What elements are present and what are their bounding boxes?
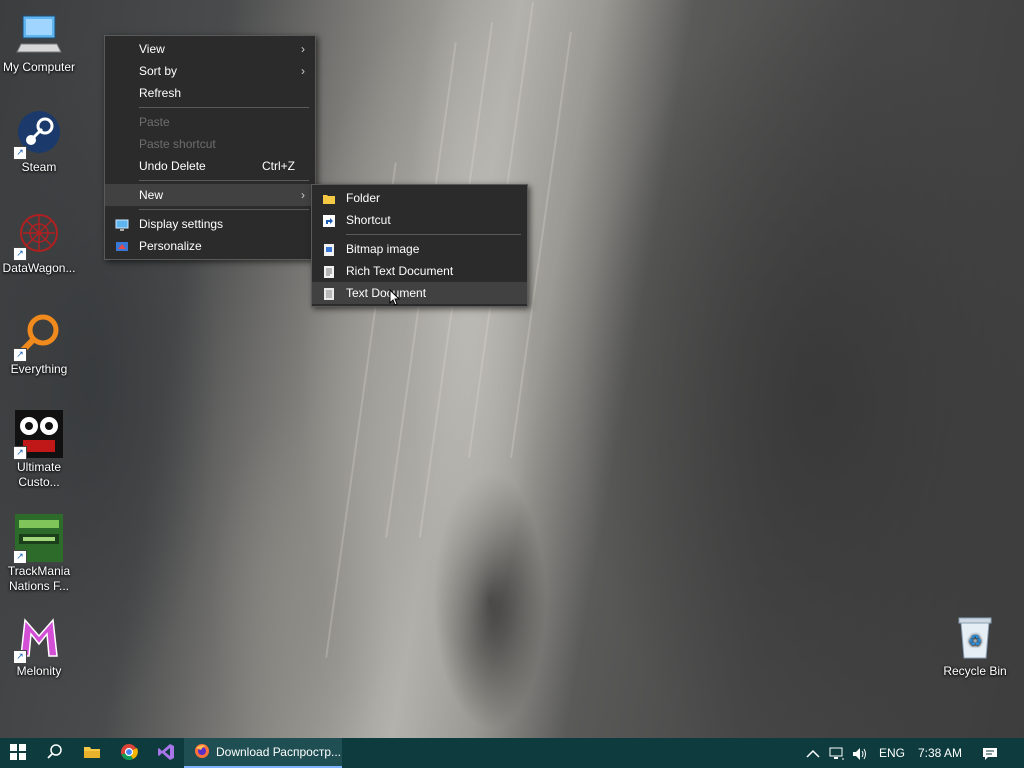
chrome-icon [120, 743, 138, 764]
new-item-folder[interactable]: Folder [312, 187, 527, 209]
clock[interactable]: 7:38 AM [918, 738, 962, 768]
firefox-icon [194, 743, 210, 762]
display-icon [115, 217, 129, 231]
mouse-cursor-icon [389, 288, 401, 312]
menu-item-view[interactable]: View › [105, 38, 315, 60]
taskbar-chrome[interactable] [111, 738, 147, 768]
shortcut-arrow-icon: ↗ [13, 550, 27, 564]
search-icon [47, 743, 63, 763]
show-hidden-icons-button[interactable] [806, 738, 820, 768]
language-indicator[interactable]: ENG [879, 738, 905, 768]
shortcut-icon [322, 213, 336, 227]
ucn-icon: ↗ [13, 410, 63, 460]
taskbar-visual-studio[interactable] [148, 738, 184, 768]
taskbar-search-button[interactable] [37, 738, 73, 768]
taskbar-firefox-window[interactable]: Download Распростр... [184, 738, 342, 768]
menu-item-new[interactable]: New › [105, 184, 315, 206]
folder-icon [322, 191, 336, 205]
desktop-icon-everything[interactable]: ↗ Everything [0, 312, 79, 377]
menu-item-display-settings[interactable]: Display settings [105, 213, 315, 235]
taskbar: Download Распростр... ENG 7:38 AM [0, 738, 1024, 768]
shortcut-arrow-icon: ↗ [13, 650, 27, 664]
volume-icon[interactable] [852, 738, 868, 768]
network-icon[interactable] [829, 738, 845, 768]
menu-item-paste-shortcut[interactable]: Paste shortcut [105, 133, 315, 155]
folder-icon [83, 744, 101, 763]
new-item-rich-text-document[interactable]: Rich Text Document [312, 260, 527, 282]
menu-item-paste[interactable]: Paste [105, 111, 315, 133]
new-item-shortcut[interactable]: Shortcut [312, 209, 527, 231]
menu-separator [139, 180, 309, 181]
recycle-bin-icon: ♻ [951, 614, 999, 662]
computer-icon [15, 10, 63, 58]
notification-icon [982, 746, 998, 760]
melonity-icon: ↗ [13, 614, 63, 664]
visual-studio-icon [157, 743, 175, 764]
menu-separator [139, 107, 309, 108]
menu-item-personalize[interactable]: Personalize [105, 235, 315, 257]
desktop[interactable]: My Computer ↗ Steam ↗ DataWagon... ↗ Eve… [0, 0, 1024, 768]
menu-separator [139, 209, 309, 210]
chevron-up-icon [806, 746, 820, 760]
start-button[interactable] [0, 738, 36, 768]
svg-text:♻: ♻ [968, 633, 982, 650]
menu-item-undo-delete[interactable]: Undo Delete Ctrl+Z [105, 155, 315, 177]
chevron-right-icon: › [301, 188, 305, 202]
bitmap-icon [322, 242, 336, 256]
menu-item-sort-by[interactable]: Sort by › [105, 60, 315, 82]
new-item-text-document[interactable]: Text Document [312, 282, 527, 304]
desktop-icon-datawagon[interactable]: ↗ DataWagon... [0, 211, 79, 276]
shortcut-arrow-icon: ↗ [13, 247, 27, 261]
menu-item-refresh[interactable]: Refresh [105, 82, 315, 104]
steam-icon: ↗ [13, 110, 63, 160]
shortcut-arrow-icon: ↗ [13, 348, 27, 362]
chevron-right-icon: › [301, 64, 305, 78]
new-submenu: Folder Shortcut Bitmap image Rich Text D… [311, 184, 528, 307]
taskbar-file-explorer[interactable] [74, 738, 110, 768]
personalize-icon [115, 239, 129, 253]
rtf-icon [322, 264, 336, 278]
menu-separator [346, 234, 521, 235]
windows-logo-icon [10, 743, 26, 763]
trackmania-icon: ↗ [13, 514, 63, 564]
desktop-icon-trackmania[interactable]: ↗ TrackMania Nations F... [0, 514, 79, 594]
datawagon-icon: ↗ [13, 211, 63, 261]
desktop-icon-ultimate-custom[interactable]: ↗ Ultimate Custo... [0, 410, 79, 490]
shortcut-arrow-icon: ↗ [13, 446, 27, 460]
desktop-icon-recycle-bin[interactable]: ♻ Recycle Bin [935, 614, 1015, 679]
desktop-icon-melonity[interactable]: ↗ Melonity [0, 614, 79, 679]
chevron-right-icon: › [301, 42, 305, 56]
desktop-context-menu: View › Sort by › Refresh Paste Paste sho… [104, 35, 316, 260]
text-doc-icon [322, 286, 336, 300]
shortcut-arrow-icon: ↗ [13, 146, 27, 160]
search-icon: ↗ [13, 312, 63, 362]
new-item-bitmap-image[interactable]: Bitmap image [312, 238, 527, 260]
desktop-icon-my-computer[interactable]: My Computer [0, 10, 79, 75]
action-center-button[interactable] [982, 738, 998, 768]
desktop-icon-steam[interactable]: ↗ Steam [0, 110, 79, 175]
